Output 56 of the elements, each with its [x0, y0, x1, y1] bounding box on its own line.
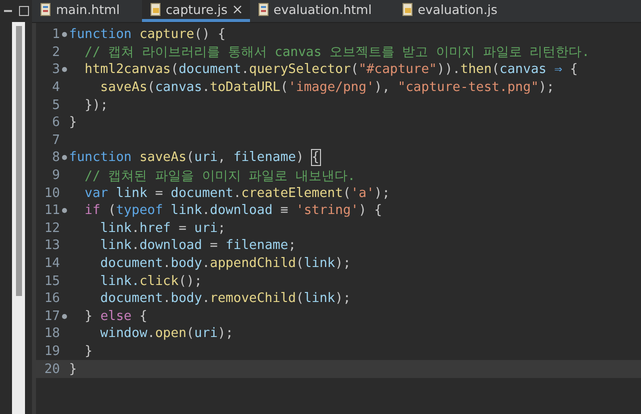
code-line: }); [84, 98, 108, 113]
line-number: 11 [43, 203, 60, 218]
code-line: if (typeof link.download ≡ 'string') { [84, 203, 382, 218]
editor-tab[interactable]: main.html [32, 0, 128, 22]
line-number: 16 [43, 291, 60, 306]
scrollbar-thumb[interactable] [16, 26, 22, 296]
code-line: link.download = filename; [99, 238, 296, 254]
code-line: function capture() { [69, 27, 226, 42]
fold-marker-icon[interactable] [62, 208, 67, 214]
code-line: var link = document.createElement('a'); [84, 186, 390, 201]
line-number: 13 [43, 238, 60, 254]
line-number: 12 [43, 220, 60, 236]
editor-tab[interactable]: capture.js [142, 0, 250, 22]
line-number: 20 [43, 362, 60, 377]
fold-marker-icon[interactable] [62, 155, 67, 160]
line-number: 5 [51, 98, 60, 113]
editor-tab[interactable]: evaluation.html [250, 0, 380, 22]
line-number: 1 [51, 27, 60, 42]
line-number: 6 [51, 115, 60, 130]
line-number: 3 [51, 62, 60, 78]
code-line: } [69, 115, 77, 130]
line-number: 14 [43, 256, 60, 272]
fold-marker-icon[interactable] [62, 67, 67, 72]
line-number: 4 [51, 80, 60, 96]
html-file-icon [40, 3, 51, 16]
line-number: 2 [51, 44, 60, 60]
line-number: 10 [43, 186, 60, 201]
line-number: 18 [43, 326, 60, 342]
code-comment: // 캡쳐 라이브러리를 통해서 canvas 오브젝트를 받고 이미지 파일로 리턴한다. [84, 44, 590, 62]
line-number: 15 [43, 274, 60, 289]
code-line: function saveAs(uri, filename) { [69, 150, 320, 166]
html-file-icon [258, 3, 268, 16]
code-line: html2canvas(document.querySelector("#capture")).then(canvas ⇒ { [84, 62, 578, 78]
code-line: saveAs(canvas.toDataURL('image/png'), "capture-test.png"); [99, 80, 554, 96]
code-line: } [84, 344, 92, 359]
minimize-icon[interactable] [4, 10, 12, 12]
line-number: 8 [51, 150, 60, 166]
code-line: window.open(uri); [99, 326, 234, 342]
line-number: 17 [43, 308, 60, 324]
code-line: link.href = uri; [99, 220, 226, 236]
code-line: document.body.appendChild(link); [99, 256, 351, 272]
js-file-icon [402, 3, 413, 16]
line-number: 9 [51, 168, 60, 184]
close-icon[interactable] [232, 5, 242, 14]
js-file-icon [150, 3, 161, 16]
editor-tab[interactable]: evaluation.js [394, 0, 506, 22]
code-line: link.click(); [99, 274, 202, 289]
code-line: } [69, 362, 77, 377]
fold-marker-icon[interactable] [62, 32, 67, 38]
code-comment: // 캡쳐된 파일을 이미지 파일로 내보낸다. [84, 168, 356, 185]
fold-marker-icon[interactable] [62, 314, 67, 319]
line-number: 7 [51, 132, 60, 148]
maximize-icon[interactable] [18, 6, 28, 16]
line-number: 19 [43, 344, 60, 359]
code-line: } else { [84, 308, 148, 324]
code-line: document.body.removeChild(link); [99, 291, 351, 306]
